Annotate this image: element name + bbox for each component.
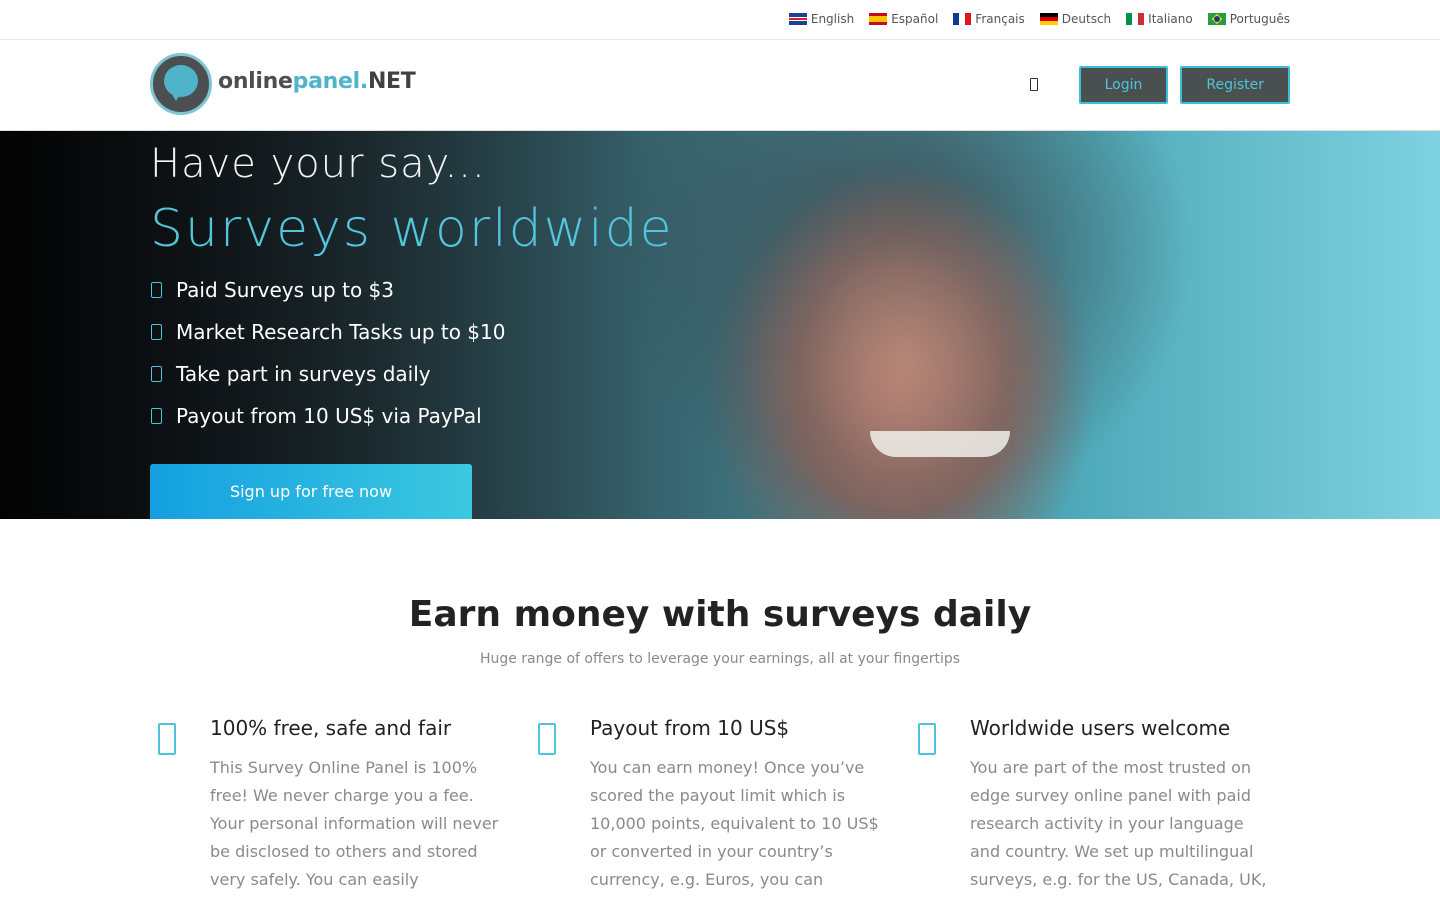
hero-title: Surveys worldwide — [150, 199, 674, 259]
language-label: Español — [891, 12, 939, 26]
benefit-item: Take part in surveys daily — [150, 353, 674, 395]
feature-list: 100% free, safe and fair This Survey Onl… — [150, 714, 1290, 894]
register-button[interactable]: Register — [1180, 66, 1290, 104]
login-button[interactable]: Login — [1078, 66, 1169, 104]
language-portuguese[interactable]: Português — [1207, 12, 1290, 26]
benefit-item: Paid Surveys up to $3 — [150, 269, 674, 311]
feature-text: You are part of the most trusted on edge… — [970, 758, 1267, 889]
feature-item: Worldwide users welcome You are part of … — [910, 714, 1290, 894]
section-title: Earn money with surveys daily — [408, 594, 1032, 635]
language-bar: English Español Français Deutsch Italian… — [0, 0, 1440, 40]
france-flag-icon — [953, 13, 972, 25]
italy-flag-icon — [1126, 13, 1145, 25]
user-icon[interactable] — [1025, 75, 1045, 95]
benefit-list: Paid Surveys up to $3 Market Research Ta… — [150, 269, 674, 437]
language-label: Français — [975, 12, 1025, 26]
check-icon — [151, 324, 162, 340]
section-subtitle: Huge range of offers to leverage your ea… — [479, 651, 961, 667]
check-icon — [151, 282, 162, 298]
language-german[interactable]: Deutsch — [1039, 12, 1112, 26]
benefit-item: Market Research Tasks up to $10 — [150, 311, 674, 353]
benefit-item: Payout from 10 US$ via PayPal — [150, 395, 674, 437]
signup-button[interactable]: Sign up for free now — [150, 464, 472, 519]
language-list: English Español Français Deutsch Italian… — [788, 12, 1290, 26]
check-icon — [151, 366, 162, 382]
hero-content: Have your say... Surveys worldwide Paid … — [150, 131, 674, 519]
feature-title: Worldwide users welcome — [970, 716, 1231, 740]
header-actions: Login Register — [1025, 66, 1290, 104]
shield-icon — [150, 714, 210, 774]
speech-bubble-logo-icon — [150, 53, 214, 115]
logo-wordmark: onlinepanel.NET — [218, 68, 416, 94]
spain-flag-icon — [869, 13, 888, 25]
feature-title: 100% free, safe and fair — [210, 716, 452, 740]
language-label: Deutsch — [1061, 12, 1112, 26]
language-italian[interactable]: Italiano — [1126, 12, 1193, 26]
uk-flag-icon — [788, 13, 807, 25]
site-header: onlinepanel.NET Login Register — [0, 40, 1440, 131]
hero-banner: Have your say... Surveys worldwide Paid … — [0, 131, 1440, 519]
feature-item: Payout from 10 US$ You can earn money! O… — [530, 714, 910, 894]
language-label: Italiano — [1148, 12, 1193, 26]
feature-title: Payout from 10 US$ — [590, 716, 790, 740]
language-spanish[interactable]: Español — [869, 12, 938, 26]
germany-flag-icon — [1039, 13, 1058, 25]
site-logo[interactable]: onlinepanel.NET — [150, 53, 416, 115]
language-label: Português — [1229, 12, 1290, 26]
hero-photo — [740, 171, 1070, 511]
feature-text: You can earn money! Once you’ve scored t… — [590, 758, 879, 889]
language-french[interactable]: Français — [953, 12, 1025, 26]
money-icon — [530, 714, 590, 774]
language-label: English — [810, 12, 855, 26]
brazil-flag-icon — [1207, 13, 1226, 25]
feature-text: This Survey Online Panel is 100% free! W… — [210, 758, 499, 889]
hero-kicker: Have your say... — [150, 141, 486, 187]
globe-icon — [910, 714, 970, 774]
check-icon — [151, 408, 162, 424]
feature-item: 100% free, safe and fair This Survey Onl… — [150, 714, 530, 894]
language-english[interactable]: English — [788, 12, 855, 26]
